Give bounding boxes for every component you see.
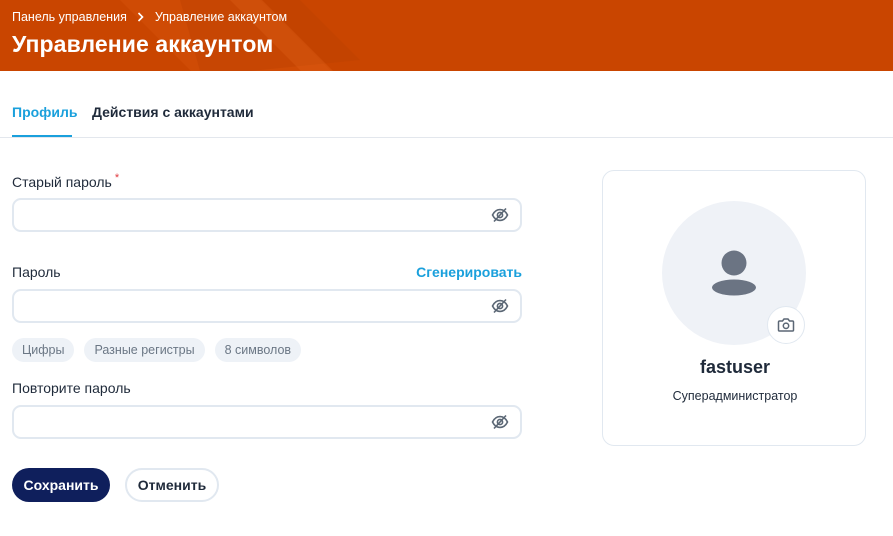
chevron-right-icon bbox=[137, 12, 144, 22]
requirement-chip: Цифры bbox=[12, 338, 75, 362]
change-avatar-button[interactable] bbox=[767, 306, 805, 344]
breadcrumb-item-dashboard[interactable]: Панель управления bbox=[12, 10, 127, 24]
breadcrumb-item-current: Управление аккаунтом bbox=[154, 10, 288, 24]
repeat-password-label: Повторите пароль bbox=[12, 380, 131, 396]
cancel-button[interactable]: Отменить bbox=[125, 468, 219, 502]
active-tab-indicator bbox=[12, 135, 72, 137]
password-input[interactable] bbox=[14, 291, 474, 321]
requirement-chip: Разные регистры bbox=[84, 338, 205, 362]
page-title: Управление аккаунтом bbox=[12, 31, 274, 57]
eye-off-icon[interactable] bbox=[491, 297, 509, 315]
page-header: Панель управления Управление аккаунтом У… bbox=[0, 0, 893, 71]
tab-profile[interactable]: Профиль bbox=[12, 104, 78, 120]
requirement-chip: 8 символов bbox=[214, 338, 302, 362]
tab-bar: Профиль Действия с аккаунтами bbox=[0, 71, 893, 138]
tab-account-actions[interactable]: Действия с аккаунтами bbox=[92, 104, 254, 120]
profile-role: Суперадминистратор bbox=[672, 389, 798, 403]
repeat-password-field bbox=[12, 405, 522, 439]
password-requirements: Цифры Разные регистры 8 символов bbox=[12, 338, 302, 362]
camera-icon bbox=[777, 318, 795, 332]
eye-off-icon[interactable] bbox=[491, 413, 509, 431]
password-field bbox=[12, 289, 522, 323]
old-password-input[interactable] bbox=[14, 200, 474, 230]
password-label: Пароль bbox=[12, 264, 61, 280]
repeat-password-input[interactable] bbox=[14, 407, 474, 437]
generate-password-link[interactable]: Сгенерировать bbox=[416, 264, 522, 280]
old-password-label: Старый пароль * bbox=[12, 172, 120, 190]
old-password-label-text: Старый пароль bbox=[12, 174, 112, 190]
save-button[interactable]: Сохранить bbox=[12, 468, 110, 502]
old-password-field bbox=[12, 198, 522, 232]
profile-username: fastuser bbox=[699, 357, 771, 377]
breadcrumb: Панель управления Управление аккаунтом bbox=[12, 10, 287, 24]
eye-off-icon[interactable] bbox=[491, 206, 509, 224]
required-mark: * bbox=[114, 172, 120, 184]
profile-card: fastuser Суперадминистратор bbox=[602, 170, 866, 446]
